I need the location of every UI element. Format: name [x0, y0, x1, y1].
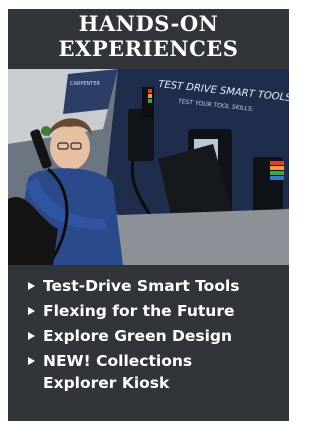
hands-on-experiences-card: HANDS-ON EXPERIENCES CARPENTER TEST DRIV… — [8, 9, 289, 421]
kiosk-photo-illustration: CARPENTER TEST DRIVE SMART TOOLS TEST YO… — [8, 69, 289, 265]
kiosk-light-blue-3 — [270, 176, 284, 180]
boy-face — [50, 124, 90, 170]
title-line-1: HANDS-ON — [78, 11, 219, 36]
list-item-label-line-1: NEW! Collections — [43, 352, 193, 370]
list-item-test-drive-smart-tools[interactable]: Test-Drive Smart Tools — [8, 275, 289, 297]
kiosk-light-green-3 — [270, 171, 284, 175]
list-item-collections-explorer-kiosk[interactable]: NEW! Collections Explorer Kiosk — [8, 350, 289, 394]
card-title: HANDS-ON EXPERIENCES — [8, 11, 289, 61]
left-panel-text: CARPENTER — [70, 81, 101, 87]
kiosk-photo: CARPENTER TEST DRIVE SMART TOOLS TEST YO… — [8, 69, 289, 265]
kiosk-light-green-1 — [148, 99, 152, 103]
title-line-2: EXPERIENCES — [58, 36, 239, 61]
kiosk-light-orange-3 — [270, 166, 284, 170]
list-item-flexing-for-the-future[interactable]: Flexing for the Future — [8, 300, 289, 322]
kiosk-light-orange-1 — [148, 94, 152, 98]
list-item-label: NEW! Collections Explorer Kiosk — [43, 350, 192, 394]
kiosk-light-red-1 — [148, 89, 152, 93]
triangle-right-icon — [28, 357, 35, 365]
kiosk-light-red-3 — [270, 161, 284, 165]
triangle-right-icon — [28, 282, 35, 290]
list-item-label-line-2: Explorer Kiosk — [43, 374, 170, 392]
list-item-label: Test-Drive Smart Tools — [43, 277, 240, 295]
triangle-right-icon — [28, 307, 35, 315]
triangle-right-icon — [28, 332, 35, 340]
tool-tip — [41, 126, 51, 136]
list-item-label: Explore Green Design — [43, 327, 233, 345]
experiences-list: Test-Drive Smart Tools Flexing for the F… — [8, 275, 289, 397]
list-item-explore-green-design[interactable]: Explore Green Design — [8, 325, 289, 347]
list-item-label: Flexing for the Future — [43, 302, 235, 320]
